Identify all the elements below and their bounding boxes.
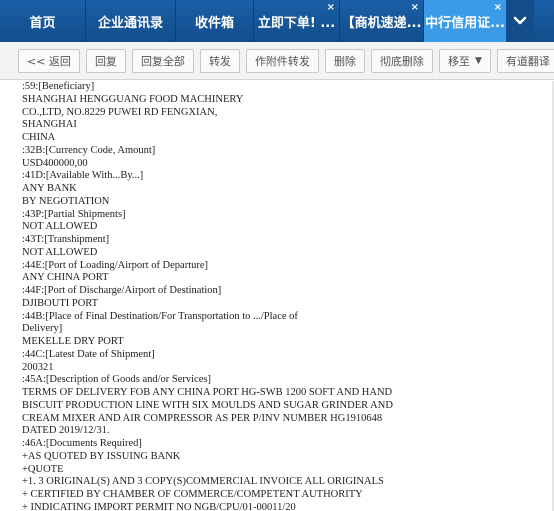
tab-label: 【商机速递... — [341, 15, 422, 31]
body-line: :46A:[Documents Required] — [22, 438, 142, 449]
body-line: + INDICATING IMPORT PERMIT NO NGB/CPU/01… — [22, 501, 296, 511]
move-to-label: 移至 — [447, 54, 470, 68]
body-line: SHANGHAI — [22, 119, 77, 131]
tab-label: 立即下单! ... — [257, 15, 336, 31]
mail-body-text: :59:[Beneficiary] SHANGHAI HENGGUANG FOOD… — [22, 81, 522, 511]
body-line: :41D:[Available With...By...] — [22, 170, 144, 182]
body-line: +1. 3 ORIGINAL(S) AND 3 COPY(S)COMMERCIA… — [22, 476, 384, 488]
tab-mail-business[interactable]: 【商机速递... × — [340, 0, 424, 42]
body-line: CREAM MIXER AND AIR COMPRESSOR AS PER P/… — [22, 412, 383, 424]
body-line: :44B:[Place of Final Destination/For Tra… — [22, 310, 298, 322]
body-line: TERMS OF DELIVERY FOB ANY CHINA PORT HG-… — [22, 387, 393, 398]
tab-label: 收件箱 — [194, 15, 234, 31]
body-line: :44F:[Port of Discharge/Airport of Desti… — [22, 285, 222, 296]
tab-mail-letter-of-credit[interactable]: 中行信用证... × — [424, 0, 506, 42]
body-line: Delivery] — [22, 323, 63, 335]
tab-close-icon[interactable]: × — [411, 3, 419, 13]
body-line: :45A:[Description of Goods and/or Servic… — [22, 374, 211, 386]
body-line: :32B:[Currency Code, Amount] — [22, 144, 156, 156]
body-line: :59:[Beneficiary] — [22, 81, 95, 92]
back-button[interactable]: << 返回 — [18, 48, 80, 73]
tab-inbox[interactable]: 收件箱 — [176, 0, 254, 42]
mail-toolbar: << 返回 回复 回复全部 转发 作附件转发 删除 彻底删除 移至 ▼ 有道翻译… — [0, 42, 554, 80]
body-line: DJIBOUTI PORT — [22, 297, 99, 309]
tab-list-dropdown[interactable] — [506, 0, 534, 42]
body-line: MEKELLE DRY PORT — [22, 336, 124, 347]
tab-bar: 首页 企业通讯录 收件箱 立即下单! ... × 【商机速递... × 中行信用… — [0, 0, 554, 42]
body-line: BISCUIT PRODUCTION LINE WITH SIX MOULDS … — [22, 399, 393, 411]
delete-button[interactable]: 删除 — [324, 48, 365, 73]
reply-all-button[interactable]: 回复全部 — [131, 48, 194, 73]
body-line: CHINA — [22, 132, 56, 143]
body-line: +QUOTE — [22, 463, 64, 475]
tab-home[interactable]: 首页 — [0, 0, 86, 42]
chevron-down-icon: ▼ — [474, 55, 482, 66]
tab-contacts[interactable]: 企业通讯录 — [86, 0, 176, 42]
mail-body: :59:[Beneficiary] SHANGHAI HENGGUANG FOOD… — [0, 81, 554, 511]
body-line: CO.,LTD, NO.8229 PUWEI RD FENGXIAN, — [22, 106, 218, 118]
body-line: :43P:[Partial Shipments] — [22, 208, 126, 220]
body-line: 200321 — [22, 361, 54, 373]
body-line: :44E:[Port of Loading/Airport of Departu… — [22, 259, 209, 271]
body-line: NOT ALLOWED — [22, 246, 98, 258]
tab-close-icon[interactable]: × — [494, 3, 502, 13]
body-line: + CERTIFIED BY CHAMBER OF COMMERCE/COMPE… — [22, 489, 363, 500]
forward-as-attachment-button[interactable]: 作附件转发 — [245, 48, 319, 73]
body-line: NOT ALLOWED — [22, 221, 98, 233]
permanent-delete-button[interactable]: 彻底删除 — [370, 48, 433, 73]
body-line: ANY CHINA PORT — [22, 272, 109, 284]
youdao-translate-button[interactable]: 有道翻译 — [496, 48, 554, 73]
reply-button[interactable]: 回复 — [85, 48, 126, 73]
forward-button[interactable]: 转发 — [199, 48, 240, 73]
tab-label: 企业通讯录 — [97, 15, 163, 31]
body-line: SHANGHAI HENGGUANG FOOD MACHINERY — [22, 93, 244, 105]
body-line: :44C:[Latest Date of Shipment] — [22, 348, 155, 360]
chevron-down-icon — [513, 16, 527, 25]
move-to-button[interactable]: 移至 ▼ — [438, 48, 491, 73]
tab-mail-order-now[interactable]: 立即下单! ... × — [254, 0, 340, 42]
body-line: USD400000,00 — [22, 157, 88, 169]
tab-label: 首页 — [29, 15, 56, 31]
body-line: BY NEGOTIATION — [22, 195, 110, 207]
body-line: :43T:[Transhipment] — [22, 234, 110, 245]
body-line: +AS QUOTED BY ISSUING BANK — [22, 450, 181, 462]
body-line: DATED 2019/12/31. — [22, 425, 110, 437]
tab-close-icon[interactable]: × — [327, 3, 335, 13]
tab-label: 中行信用证... — [425, 15, 505, 31]
body-line: ANY BANK — [22, 183, 77, 194]
